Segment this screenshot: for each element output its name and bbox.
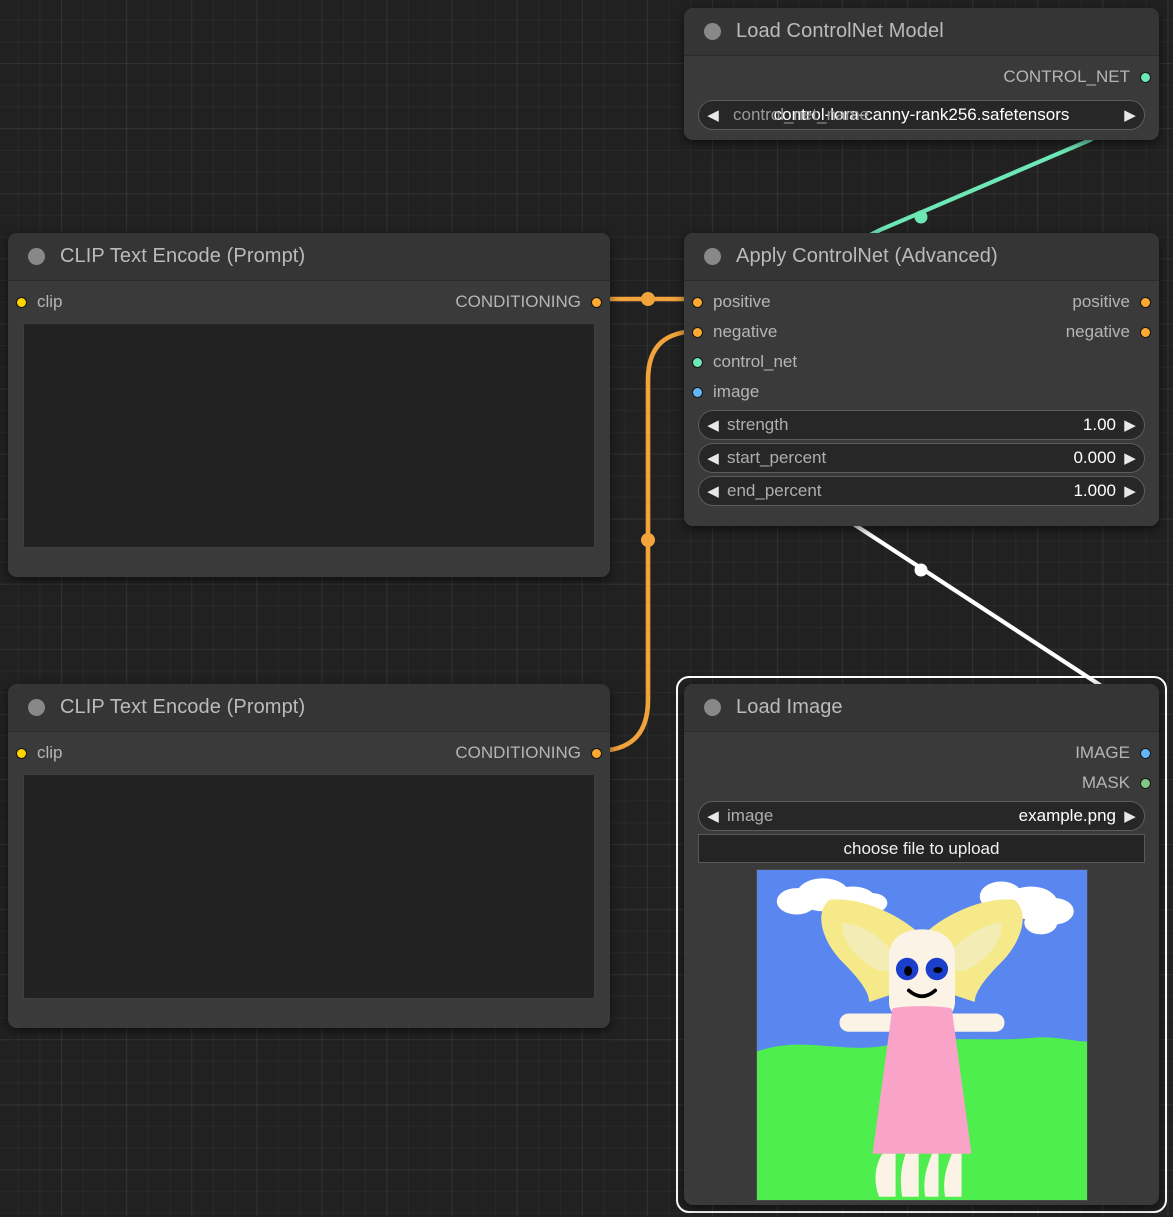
input-slot-label: image	[713, 382, 760, 401]
output-slot-label: CONTROL_NET	[1003, 67, 1130, 86]
chevron-right-icon[interactable]: ▶	[1116, 418, 1144, 433]
slot-dot-icon[interactable]	[692, 296, 703, 308]
widget-value[interactable]: 0.000	[1073, 448, 1116, 468]
output-slot-label: CONDITIONING	[455, 743, 581, 762]
slot-row: positive positive	[684, 287, 1159, 317]
slot-dot-icon[interactable]	[591, 296, 602, 308]
output-slot-CONTROL_NET[interactable]: CONTROL_NET	[1003, 67, 1151, 87]
input-slot-label: negative	[713, 322, 778, 341]
widget-label: image	[727, 806, 774, 825]
output-slot-positive[interactable]: positive	[1072, 292, 1151, 312]
input-slot-clip[interactable]: clip	[16, 743, 63, 763]
node-clip-text-encode-negative[interactable]: CLIP Text Encode (Prompt) clip CONDITIONIN…	[8, 684, 610, 1028]
slot-row: clip CONDITIONING	[8, 738, 610, 768]
widget-value[interactable]: 1.000	[1073, 481, 1116, 501]
widget-label: end_percent	[727, 481, 822, 500]
node-load-image[interactable]: Load Image IMAGE MASK ◀ image example.png ▶ cho…	[684, 684, 1159, 1205]
slot-dot-icon[interactable]	[692, 386, 703, 398]
slot-dot-icon[interactable]	[692, 356, 703, 368]
node-title-label: CLIP Text Encode (Prompt)	[60, 245, 306, 267]
slot-row: control_net	[684, 347, 1159, 377]
output-slot-IMAGE[interactable]: IMAGE	[1075, 743, 1151, 763]
output-slot-CONDITIONING[interactable]: CONDITIONING	[455, 743, 602, 763]
input-slot-control_net[interactable]: control_net	[692, 352, 797, 372]
output-slot-label: IMAGE	[1075, 743, 1130, 762]
input-slot-label: control_net	[713, 352, 798, 371]
prompt-textarea[interactable]	[23, 323, 595, 548]
output-slot-MASK[interactable]: MASK	[1082, 773, 1151, 793]
collapse-icon[interactable]	[28, 699, 45, 716]
input-slot-clip[interactable]: clip	[16, 292, 63, 312]
chevron-left-icon[interactable]: ◀	[699, 451, 727, 466]
input-slot-label: clip	[37, 292, 63, 311]
slot-row: IMAGE	[684, 738, 1159, 768]
chevron-left-icon[interactable]: ◀	[699, 418, 727, 433]
output-slot-label: negative	[1065, 322, 1130, 341]
widget-control_net_name[interactable]: ◀ control-lora-canny-rank256.safetensors c…	[698, 100, 1145, 130]
node-load-controlnet-model[interactable]: Load ControlNet Model CONTROL_NET ◀ control…	[684, 8, 1159, 140]
chevron-left-icon[interactable]: ◀	[699, 809, 727, 824]
slot-row: CONTROL_NET	[684, 62, 1159, 92]
slot-dot-icon[interactable]	[692, 326, 703, 338]
output-slot-CONDITIONING[interactable]: CONDITIONING	[455, 292, 602, 312]
node-body: clip CONDITIONING	[8, 732, 610, 1028]
widget-value[interactable]: example.png	[1019, 806, 1116, 826]
slot-dot-icon[interactable]	[1140, 777, 1151, 789]
node-title-bar[interactable]: Load Image	[684, 684, 1159, 732]
slot-dot-icon[interactable]	[16, 747, 27, 759]
widget-image[interactable]: ◀ image example.png ▶	[698, 801, 1145, 831]
chevron-right-icon[interactable]: ▶	[1116, 451, 1144, 466]
node-title-bar[interactable]: CLIP Text Encode (Prompt)	[8, 684, 610, 732]
prompt-textarea[interactable]	[23, 774, 595, 999]
output-slot-label: CONDITIONING	[455, 292, 581, 311]
input-slot-image[interactable]: image	[692, 382, 759, 402]
input-slot-negative[interactable]: negative	[692, 322, 777, 342]
node-body: CONTROL_NET ◀ control-lora-canny-rank256.s…	[684, 56, 1159, 140]
chevron-right-icon[interactable]: ▶	[1116, 484, 1144, 499]
output-slot-negative[interactable]: negative	[1066, 322, 1151, 342]
slot-dot-icon[interactable]	[1140, 296, 1151, 308]
chevron-right-icon[interactable]: ▶	[1116, 809, 1144, 824]
widget-value[interactable]: 1.00	[1083, 415, 1116, 435]
node-title-label: CLIP Text Encode (Prompt)	[60, 696, 306, 718]
node-title-label: Apply ControlNet (Advanced)	[736, 245, 998, 267]
collapse-icon[interactable]	[28, 248, 45, 265]
slot-dot-icon[interactable]	[16, 296, 27, 308]
slot-dot-icon[interactable]	[1140, 747, 1151, 759]
widget-end_percent[interactable]: ◀ end_percent 1.000 ▶	[698, 476, 1145, 506]
slot-dot-icon[interactable]	[591, 747, 602, 759]
input-slot-label: clip	[37, 743, 63, 762]
node-title-bar[interactable]: CLIP Text Encode (Prompt)	[8, 233, 610, 281]
collapse-icon[interactable]	[704, 699, 721, 716]
input-slot-label: positive	[713, 292, 771, 311]
slot-dot-icon[interactable]	[1140, 326, 1151, 338]
node-body: clip CONDITIONING	[8, 281, 610, 577]
node-title-label: Load Image	[736, 696, 843, 718]
node-title-bar[interactable]: Load ControlNet Model	[684, 8, 1159, 56]
widget-label: start_percent	[727, 448, 827, 467]
choose-file-to-upload-button[interactable]: choose file to upload	[698, 834, 1145, 863]
slot-row: clip CONDITIONING	[8, 287, 610, 317]
node-clip-text-encode-positive[interactable]: CLIP Text Encode (Prompt) clip CONDITIONIN…	[8, 233, 610, 577]
widget-start_percent[interactable]: ◀ start_percent 0.000 ▶	[698, 443, 1145, 473]
slot-dot-icon[interactable]	[1140, 71, 1151, 83]
node-title-label: Load ControlNet Model	[736, 20, 944, 42]
image-preview	[755, 869, 1088, 1201]
widget-strength[interactable]: ◀ strength 1.00 ▶	[698, 410, 1145, 440]
slot-row: negative negative	[684, 317, 1159, 347]
node-title-bar[interactable]: Apply ControlNet (Advanced)	[684, 233, 1159, 281]
collapse-icon[interactable]	[704, 23, 721, 40]
node-apply-controlnet-advanced[interactable]: Apply ControlNet (Advanced) positive posit…	[684, 233, 1159, 526]
slot-row: image	[684, 377, 1159, 407]
collapse-icon[interactable]	[704, 248, 721, 265]
output-slot-label: MASK	[1081, 773, 1130, 792]
node-body: positive positive negative negative control_…	[684, 281, 1159, 526]
widget-label: strength	[727, 415, 789, 434]
input-slot-positive[interactable]: positive	[692, 292, 771, 312]
widget-label: control_net_name	[733, 105, 870, 124]
output-slot-label: positive	[1072, 292, 1130, 311]
node-body: IMAGE MASK ◀ image example.png ▶ choose file t…	[684, 732, 1159, 1205]
chevron-left-icon[interactable]: ◀	[699, 484, 727, 499]
slot-row: MASK	[684, 768, 1159, 798]
